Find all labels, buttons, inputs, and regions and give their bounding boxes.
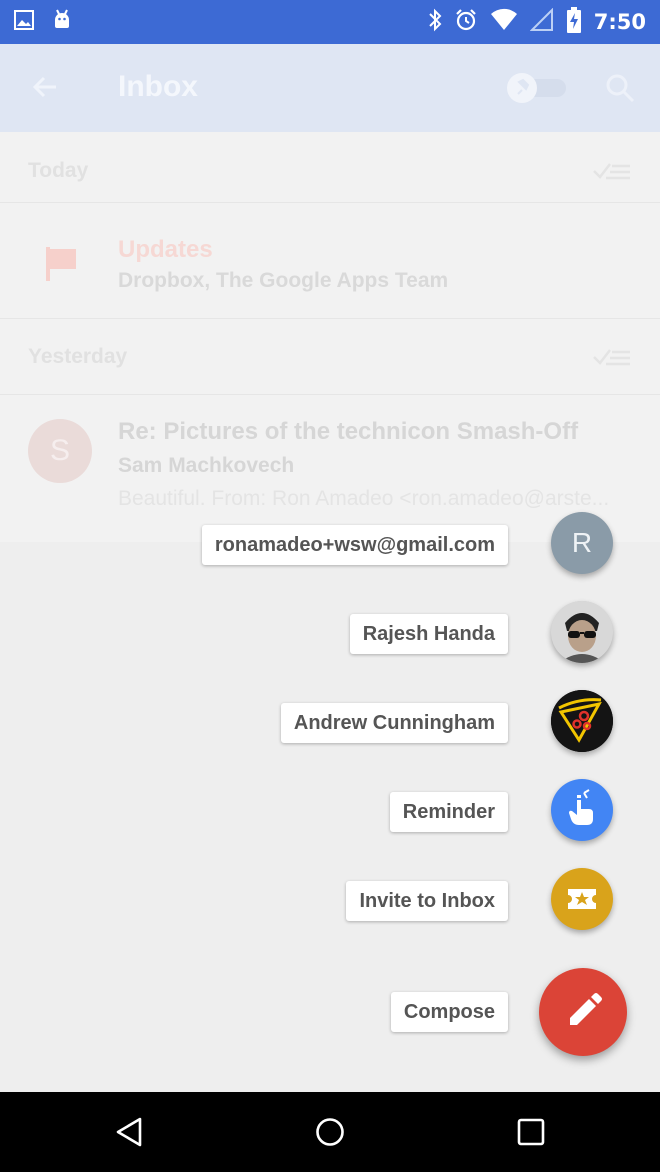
speed-dial-label-andrew[interactable]: Andrew Cunningham	[280, 703, 508, 743]
speed-dial-label-reminder[interactable]: Reminder	[389, 792, 508, 832]
back-arrow-icon[interactable]	[30, 72, 60, 107]
contact-avatar-andrew[interactable]	[551, 690, 613, 752]
contact-avatar-r[interactable]: R	[551, 512, 613, 574]
wifi-icon	[490, 8, 518, 37]
speed-dial-label-rajesh[interactable]: Rajesh Handa	[349, 614, 508, 654]
bundle-title[interactable]: Updates	[118, 236, 213, 264]
gallery-notification-icon	[14, 10, 34, 35]
divider	[0, 202, 660, 203]
section-today: Today	[28, 159, 89, 182]
finger-string-icon	[569, 789, 593, 825]
speed-dial-label-email[interactable]: ronamadeo+wsw@gmail.com	[201, 525, 508, 565]
nav-home-icon[interactable]	[314, 1116, 346, 1148]
avatar-letter: R	[571, 527, 593, 558]
person-photo-icon	[551, 601, 613, 663]
email-snippet: Beautiful. From: Ron Amadeo <ron.amadeo@…	[118, 487, 610, 510]
pencil-icon	[570, 993, 602, 1025]
bundle-subtitle: Dropbox, The Google Apps Team	[118, 269, 449, 292]
app-bar: Inbox	[0, 44, 660, 132]
reminder-fab[interactable]	[551, 779, 613, 841]
status-bar: 7:50	[0, 0, 660, 44]
bluetooth-icon	[428, 8, 442, 37]
flag-icon	[44, 245, 80, 288]
invite-fab[interactable]	[551, 868, 613, 930]
neon-pizza-icon	[551, 690, 613, 752]
mail-list: Today Updates Dropbox, The Google Apps T…	[0, 132, 660, 542]
clock-time: 7:50	[593, 10, 646, 34]
sweep-done-icon[interactable]	[592, 158, 632, 189]
system-nav-bar	[0, 1092, 660, 1172]
section-yesterday: Yesterday	[28, 345, 128, 368]
cell-signal-icon	[529, 7, 554, 37]
speed-dial-label-invite[interactable]: Invite to Inbox	[346, 881, 508, 921]
page-title: Inbox	[118, 70, 198, 103]
sender-avatar: S	[28, 419, 92, 483]
alarm-icon	[454, 8, 478, 37]
contact-avatar-rajesh[interactable]	[551, 601, 613, 663]
pin-toggle[interactable]	[504, 72, 568, 104]
divider	[0, 394, 660, 395]
battery-charging-icon	[566, 6, 582, 38]
android-notification-icon	[52, 8, 72, 37]
ticket-star-icon	[568, 889, 596, 909]
email-sender: Sam Machkovech	[118, 454, 295, 477]
email-subject[interactable]: Re: Pictures of the technicon Smash-Off	[118, 418, 578, 446]
speed-dial-label-compose[interactable]: Compose	[390, 992, 508, 1032]
nav-recents-icon[interactable]	[516, 1116, 546, 1148]
sweep-done-icon[interactable]	[592, 344, 632, 375]
divider	[0, 318, 660, 319]
search-icon[interactable]	[604, 72, 636, 109]
nav-back-icon[interactable]	[114, 1116, 146, 1148]
compose-fab[interactable]	[539, 968, 627, 1056]
